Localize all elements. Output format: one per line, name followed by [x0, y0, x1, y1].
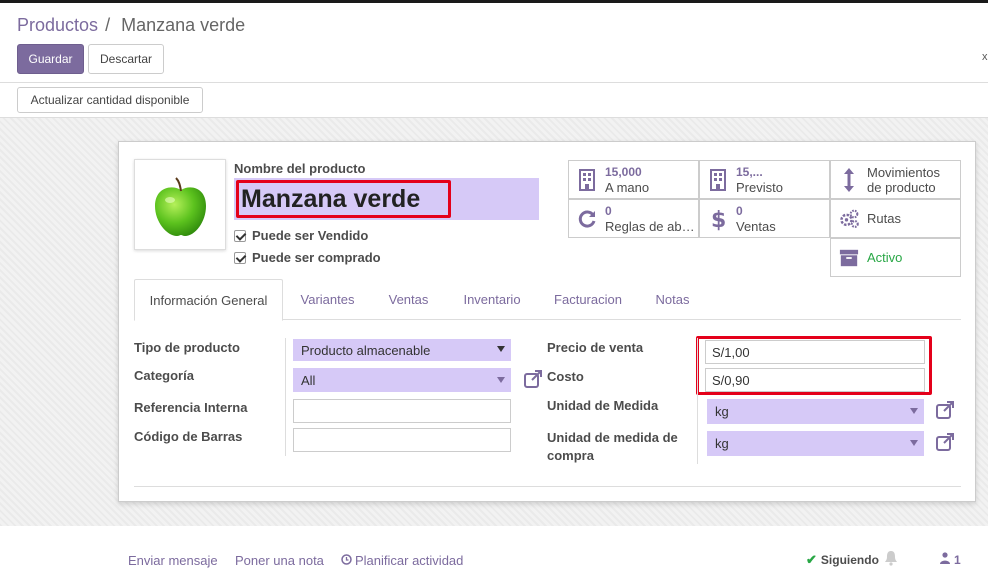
product-name-label: Nombre del producto: [234, 161, 366, 176]
routes-button[interactable]: Rutas: [830, 199, 961, 238]
notebook-tabs: Información General Variantes Ventas Inv…: [134, 279, 961, 321]
purchase-unit-of-measure-select[interactable]: kg: [707, 431, 924, 456]
smart-buttons: 15,000 A mano 15,... Previsto Movimientos d…: [568, 160, 962, 278]
barcode-input[interactable]: [293, 428, 511, 452]
active-label: Activo: [867, 250, 903, 265]
can-be-purchased-row[interactable]: Puede ser comprado: [234, 250, 381, 265]
clock-icon: [341, 553, 352, 568]
green-apple-icon: [155, 177, 206, 236]
breadcrumb-separator: /: [105, 15, 111, 35]
tab-inventory[interactable]: Inventario: [452, 279, 532, 320]
forecasted-button[interactable]: 15,... Previsto: [699, 160, 830, 199]
can-be-sold-checkbox[interactable]: [234, 229, 246, 242]
chevron-down-icon: [910, 408, 918, 414]
unit-of-measure-value: kg: [715, 404, 729, 419]
tab-invoicing[interactable]: Facturacion: [542, 279, 634, 320]
reordering-rules-button[interactable]: 0 Reglas de ab…: [568, 199, 699, 238]
purchase-unit-of-measure-value: kg: [715, 436, 729, 451]
breadcrumb-parent-link[interactable]: Productos: [17, 15, 98, 35]
sales-label: Ventas: [736, 218, 776, 234]
product-name-value[interactable]: Manzana verde: [236, 180, 451, 218]
sheet-bottom-divider: [134, 486, 961, 487]
following-button[interactable]: ✔ Siguiendo: [806, 552, 879, 568]
archive-icon: [839, 248, 859, 268]
external-link-icon[interactable]: [935, 400, 955, 420]
can-be-purchased-checkbox[interactable]: [234, 251, 246, 264]
product-name-field[interactable]: Manzana verde: [234, 178, 539, 220]
chatter: Enviar mensaje Poner una nota Planificar…: [0, 526, 988, 573]
category-select[interactable]: All: [293, 368, 511, 392]
can-be-purchased-label: Puede ser comprado: [252, 250, 381, 265]
product-type-label: Tipo de producto: [134, 340, 240, 355]
product-type-value: Producto almacenable: [301, 342, 431, 358]
can-be-sold-label: Puede ser Vendido: [252, 228, 369, 243]
chevron-down-icon: [497, 346, 505, 352]
discard-button[interactable]: Descartar: [88, 44, 164, 74]
category-label: Categoría: [134, 368, 194, 383]
field-separator: [285, 338, 286, 456]
svg-text:$: $: [711, 208, 725, 231]
purchase-unit-of-measure-label: Unidad de medida de compra: [547, 430, 678, 463]
sales-button[interactable]: $ 0 Ventas: [699, 199, 830, 238]
chevron-down-icon: [497, 377, 505, 383]
cogs-icon: [839, 208, 859, 230]
internal-reference-input[interactable]: [293, 399, 511, 423]
followers-button[interactable]: 1: [940, 552, 961, 567]
unit-of-measure-select[interactable]: kg: [707, 399, 924, 424]
reordering-rules-label: Reglas de ab…: [605, 218, 695, 234]
schedule-activity-link[interactable]: Planificar actividad: [341, 553, 463, 568]
can-be-sold-row[interactable]: Puede ser Vendido: [234, 228, 368, 243]
schedule-activity-label: Planificar actividad: [355, 553, 464, 568]
save-button[interactable]: Guardar: [17, 44, 84, 74]
breadcrumb-current: Manzana verde: [121, 15, 246, 35]
log-note-link[interactable]: Poner una nota: [235, 553, 324, 568]
breadcrumb: Productos / Manzana verde: [17, 15, 245, 36]
building-icon: [577, 168, 597, 191]
external-link-icon[interactable]: [935, 432, 955, 452]
bell-icon[interactable]: [884, 550, 898, 566]
cost-label: Costo: [547, 369, 584, 384]
check-icon: ✔: [806, 552, 817, 567]
product-moves-label-1: Movimientos: [867, 164, 940, 180]
form-sheet: Nombre del producto Manzana verde Puede …: [118, 141, 976, 502]
price-highlight-box: [696, 336, 932, 395]
divider: [0, 82, 988, 83]
user-icon: [940, 552, 950, 567]
sale-price-label: Precio de venta: [547, 340, 644, 355]
unit-of-measure-label: Unidad de Medida: [547, 398, 659, 413]
external-link-icon[interactable]: [523, 369, 543, 389]
forecasted-label: Previsto: [736, 179, 783, 195]
update-quantity-button[interactable]: Actualizar cantidad disponible: [17, 87, 203, 113]
send-message-link[interactable]: Enviar mensaje: [128, 553, 218, 568]
product-moves-button[interactable]: Movimientos de producto: [830, 160, 961, 199]
forecasted-value: 15,...: [736, 164, 763, 179]
chevron-down-icon: [910, 440, 918, 446]
sales-value: 0: [736, 203, 743, 218]
following-label: Siguiendo: [820, 553, 879, 567]
close-mark-icon[interactable]: x: [982, 51, 988, 63]
tab-general-information[interactable]: Información General: [134, 279, 283, 321]
reordering-rules-value: 0: [605, 203, 612, 218]
on-hand-label: A mano: [605, 179, 650, 195]
field-separator: [697, 338, 698, 464]
refresh-icon: [577, 209, 597, 229]
tab-sales[interactable]: Ventas: [377, 279, 440, 320]
on-hand-value: 15,000: [605, 164, 642, 179]
followers-count: 1: [954, 552, 961, 567]
routes-label: Rutas: [867, 211, 901, 226]
on-hand-button[interactable]: 15,000 A mano: [568, 160, 699, 199]
product-image[interactable]: [134, 159, 226, 250]
tab-notes[interactable]: Notas: [644, 279, 701, 320]
product-type-select[interactable]: Producto almacenable: [293, 339, 511, 361]
dollar-icon: $: [708, 207, 728, 231]
product-moves-label-2: de producto: [867, 179, 936, 195]
barcode-label: Código de Barras: [134, 429, 243, 444]
active-toggle-button[interactable]: Activo: [830, 238, 961, 277]
internal-reference-label: Referencia Interna: [134, 400, 248, 415]
building-icon: [708, 168, 728, 191]
arrows-v-icon: [839, 167, 859, 193]
category-value: All: [301, 372, 316, 388]
tab-variants[interactable]: Variantes: [290, 279, 365, 320]
